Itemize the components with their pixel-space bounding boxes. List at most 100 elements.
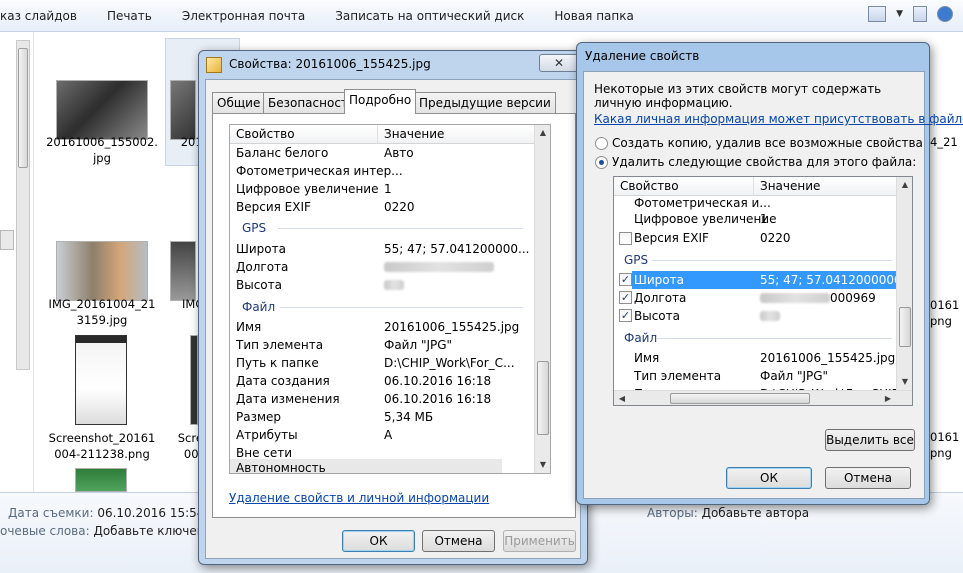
view-icon[interactable] (868, 6, 887, 22)
tab-previous-versions[interactable]: Предыдущие версии (414, 92, 556, 113)
property-name: Цифровое увеличение (634, 212, 777, 226)
authors-value[interactable]: Добавьте автора (702, 506, 810, 520)
property-value: 1 (760, 212, 768, 226)
scroll-down-icon[interactable]: ▼ (897, 374, 912, 390)
property-name: Путь к папке (236, 356, 319, 370)
column-value[interactable]: Значение (378, 125, 536, 144)
file-thumbnail[interactable] (56, 241, 148, 301)
table-row[interactable]: Версия EXIF 0220 (614, 229, 896, 247)
property-name: Версия EXIF (236, 200, 311, 214)
cancel-button[interactable]: Отмена (825, 467, 911, 489)
property-name: Атрибуты (236, 428, 298, 442)
remove-properties-link[interactable]: Удаление свойств и личной информации (229, 491, 489, 505)
info-text: Некоторые из этих свойств могут содержат… (594, 82, 882, 110)
close-button[interactable]: ✕ (539, 54, 579, 72)
hscroll-thumb[interactable] (670, 393, 810, 404)
toolbar-new-folder[interactable]: Новая папка (539, 9, 648, 23)
blurred-value (384, 280, 404, 290)
toolbar-print[interactable]: Печать (92, 9, 167, 23)
property-value: 000969 (830, 291, 876, 305)
table-row[interactable]: Цифровое увеличение 1 (614, 210, 896, 228)
property-name: Широта (236, 242, 286, 256)
radio-create-copy[interactable] (595, 137, 608, 150)
detail-keywords: очевые слова: Добавьте ключевое (0, 524, 219, 538)
scroll-up-icon[interactable]: ▲ (535, 125, 550, 141)
list-scrollbar[interactable]: ▲ ▼ (896, 177, 912, 391)
remove-dialog-title: Удаление свойств (585, 49, 700, 63)
scroll-right-icon[interactable]: ▶ (880, 391, 896, 405)
file-name[interactable]: Scree 004- (110, 430, 210, 462)
date-value[interactable]: 06.10.2016 15:54 (97, 506, 204, 520)
scroll-thumb[interactable] (899, 307, 911, 347)
toolbar-email[interactable]: Электронная почта (167, 9, 320, 23)
scroll-down-icon[interactable]: ▼ (535, 457, 550, 473)
checkbox-latitude[interactable]: ✓ (619, 273, 632, 286)
nav-collapse-button[interactable] (0, 230, 14, 250)
cancel-button[interactable]: Отмена (422, 530, 495, 552)
table-row[interactable]: Долгота 000969 (614, 289, 896, 307)
file-thumbnail[interactable] (75, 335, 127, 425)
property-name: Дата создания (236, 374, 330, 388)
tab-general[interactable]: Общие (212, 92, 266, 113)
file-name-fragment: png (930, 446, 952, 460)
group-divider (656, 338, 892, 339)
ok-button[interactable]: ОК (342, 530, 415, 552)
property-name: Баланс белого (236, 146, 329, 160)
list-hscrollbar[interactable]: ◀ ▶ (614, 390, 912, 405)
file-thumbnail[interactable] (75, 468, 127, 492)
toolbar-burn[interactable]: Записать на оптический диск (320, 9, 539, 23)
file-thumbnail[interactable] (170, 241, 196, 301)
properties-list[interactable]: Свойство Значение Баланс белого Авто Фото… (229, 124, 551, 474)
tab-strip: Общие Безопасность Подробно Предыдущие в… (212, 89, 572, 114)
properties-body: Общие Безопасность Подробно Предыдущие в… (205, 79, 581, 559)
file-name[interactable]: IMG_ (110, 296, 210, 312)
file-name[interactable]: 2016 (110, 134, 210, 150)
table-row[interactable]: Высота (614, 307, 896, 325)
property-value: 20161006_155425.jpg (384, 320, 520, 334)
select-all-button[interactable]: Выделить все (825, 429, 915, 451)
tab-details[interactable]: Подробно (344, 89, 417, 114)
property-name: Дата изменения (236, 392, 340, 406)
nav-scroll-thumb[interactable] (18, 48, 28, 168)
list-scrollbar[interactable]: ▲ ▼ (534, 125, 550, 473)
property-name: Имя (634, 351, 660, 365)
property-value: 0220 (760, 231, 791, 245)
blurred-value (384, 262, 494, 272)
ok-button[interactable]: ОК (726, 467, 812, 489)
property-name: Фотометрическая интер... (236, 164, 403, 178)
removable-properties-list[interactable]: Свойство Значение Фотометрическая и... Ц… (613, 176, 913, 406)
property-value: 55; 47; 57.041200000006999 (760, 273, 912, 287)
property-name: Цифровое увеличение (236, 182, 379, 196)
apply-button[interactable]: Применить (503, 530, 576, 552)
toolbar-slideshow[interactable]: каз слайдов (0, 9, 92, 23)
property-name: Автономность (236, 461, 326, 474)
property-name: Тип элемента (634, 369, 722, 383)
privacy-help-link[interactable]: Какая личная информация может присутство… (594, 112, 963, 126)
file-name-fragment: 0161 (930, 430, 960, 444)
scroll-up-icon[interactable]: ▲ (897, 177, 912, 193)
scroll-thumb[interactable] (537, 361, 549, 435)
explorer-toolbar: каз слайдов Печать Электронная почта Зап… (0, 0, 963, 32)
group-header-file: Файл (624, 331, 658, 345)
group-header-gps: GPS (242, 221, 267, 235)
radio-create-copy-label[interactable]: Создать копию, удалив все возможные свой… (612, 136, 923, 150)
file-thumbnail[interactable] (190, 335, 198, 425)
property-name: Долгота (634, 291, 687, 305)
help-icon[interactable] (937, 6, 953, 22)
table-row[interactable]: Тип элемента Файл "JPG" (614, 367, 896, 385)
property-name: Широта (634, 273, 684, 287)
radio-remove-selected-label[interactable]: Удалить следующие свойства для этого фай… (612, 155, 916, 169)
table-row-selected[interactable]: Широта 55; 47; 57.041200000006999 (632, 271, 912, 289)
property-name: Размер (236, 410, 282, 424)
preview-pane-icon[interactable] (913, 6, 927, 22)
table-row[interactable]: Имя 20161006_155425.jpg (614, 349, 896, 367)
scroll-left-icon[interactable]: ◀ (614, 391, 630, 405)
properties-dialog: Свойства: 20161006_155425.jpg ✕ Общие Бе… (198, 50, 588, 565)
column-property[interactable]: Свойство (230, 125, 378, 144)
chevron-down-icon[interactable]: ▼ (896, 9, 903, 19)
property-value: 1 (384, 182, 392, 196)
file-thumbnail[interactable] (56, 80, 148, 140)
table-row-selected[interactable]: Автономность (230, 459, 502, 474)
file-thumbnail[interactable] (170, 80, 196, 140)
radio-remove-selected[interactable] (595, 156, 608, 169)
